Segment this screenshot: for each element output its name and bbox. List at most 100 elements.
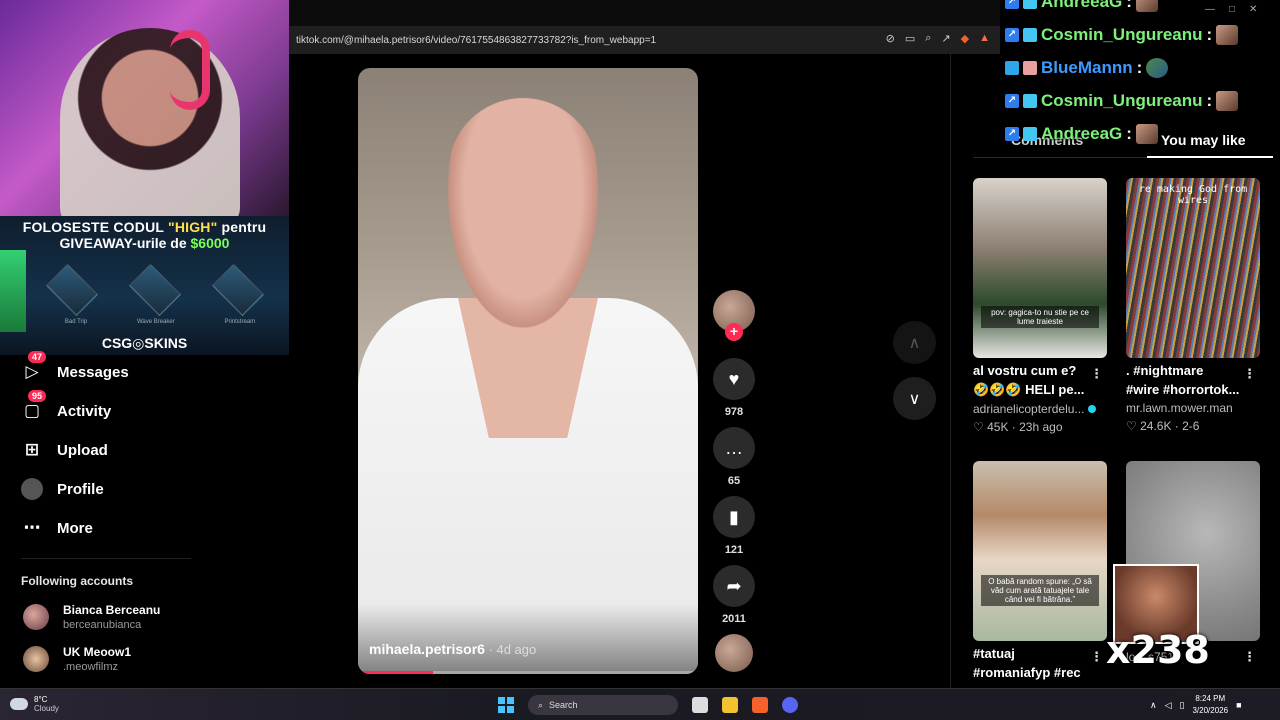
account-handle: .meowfilmz bbox=[63, 661, 119, 673]
account-name: UK Meoow1 bbox=[63, 645, 132, 659]
share-arrow-icon: ➦ bbox=[713, 565, 755, 607]
card-title: #tatuaj bbox=[973, 646, 1015, 661]
sidebar-item-profile[interactable]: Profile bbox=[21, 478, 104, 500]
emote-icon bbox=[1146, 58, 1169, 78]
chat-colon: : bbox=[1206, 91, 1213, 110]
sidebar-item-upload[interactable]: ⊞ Upload bbox=[21, 439, 108, 461]
next-video-button[interactable]: ∨ bbox=[893, 377, 936, 420]
card-author[interactable]: adrianelicopterdelu... bbox=[973, 402, 1107, 416]
save-count: 121 bbox=[724, 544, 744, 556]
card-likes: 24.6K bbox=[1140, 419, 1172, 433]
account-name: Bianca Berceanu bbox=[63, 603, 161, 617]
share-icon[interactable]: ↗ bbox=[941, 32, 950, 45]
video-author[interactable]: mihaela.petrisor6 · 4d ago bbox=[369, 641, 536, 657]
browser-tab-strip bbox=[289, 0, 1000, 26]
more-options-icon[interactable]: ⋮ bbox=[1243, 649, 1256, 665]
follow-plus-icon[interactable]: + bbox=[725, 323, 743, 341]
card-title-line2: 🤣🤣🤣 HELI pe... bbox=[973, 382, 1085, 397]
brave-shield-icon[interactable]: ◆ bbox=[961, 32, 969, 45]
search-label: Search bbox=[549, 700, 578, 710]
sound-button[interactable] bbox=[712, 634, 756, 672]
video-thumbnail[interactable]: pov: gagica-to nu stie pe ce lume traies… bbox=[973, 178, 1107, 358]
chat-message: ↗ Cosmin_Ungureanu: bbox=[1005, 91, 1239, 111]
plus-square-icon: ⊞ bbox=[24, 440, 40, 459]
smg-skin-image bbox=[128, 263, 182, 317]
card-author[interactable]: mr.lawn.mower.man bbox=[1126, 401, 1260, 415]
post-age: · 4d ago bbox=[484, 642, 537, 657]
speaker-icon[interactable]: ◁ bbox=[1165, 700, 1172, 711]
eye-off-icon[interactable]: ⊘ bbox=[886, 32, 895, 45]
like-button[interactable]: ♥ 978 bbox=[712, 358, 756, 418]
sidebar-item-activity[interactable]: ▢ 95 Activity bbox=[21, 390, 112, 422]
card-title-line2: #romaniafyp #rec bbox=[973, 665, 1081, 680]
more-options-icon[interactable]: ⋮ bbox=[1090, 649, 1103, 665]
bookmark-icon: ▮ bbox=[713, 496, 755, 538]
video-thumbnail[interactable]: re making God from wires bbox=[1126, 178, 1260, 358]
video-progress-bar[interactable] bbox=[358, 671, 698, 674]
system-tray: ∧ ◁ ▯ 8:24 PM 3/20/2026 ■ bbox=[1150, 693, 1242, 717]
more-options-icon[interactable]: ⋮ bbox=[1090, 366, 1103, 382]
ellipsis-icon: ⋯ bbox=[23, 518, 41, 537]
address-bar[interactable]: tiktok.com/@mihaela.petrisor6/video/7617… bbox=[289, 26, 1000, 54]
recommended-video-card[interactable]: O babă random spune: „O să văd cum arată… bbox=[973, 461, 1107, 680]
promo-banner: FOLOSESTE CODUL "HIGH" pentru GIVEAWAY-u… bbox=[0, 216, 289, 355]
video-subject-face bbox=[448, 98, 598, 328]
card-title: . #nightmare bbox=[1126, 363, 1204, 378]
discord-icon[interactable] bbox=[782, 697, 798, 713]
sidebar-item-label: Activity bbox=[57, 402, 112, 420]
tray-chevron-icon[interactable]: ∧ bbox=[1150, 700, 1157, 711]
taskbar-search[interactable]: ⌕ Search bbox=[528, 695, 678, 715]
progress-fill bbox=[358, 671, 433, 674]
emote-combo-counter: x238 bbox=[1106, 628, 1210, 672]
following-title: Following accounts bbox=[21, 574, 134, 588]
brave-browser-icon[interactable] bbox=[752, 697, 768, 713]
video-bottom-gradient bbox=[358, 604, 698, 674]
rifle-skin-image bbox=[45, 263, 98, 317]
previous-video-button[interactable]: ∧ bbox=[893, 321, 936, 364]
sidebar-item-more[interactable]: ⋯ More bbox=[21, 517, 93, 539]
recommended-video-card[interactable]: re making God from wires ⋮ . #nightmare … bbox=[1126, 178, 1260, 433]
windows-start-icon[interactable] bbox=[498, 697, 514, 713]
taskbar: 8°C Cloudy ⌕ Search ∧ ◁ ▯ 8:24 PM 3/20/2… bbox=[0, 688, 1280, 720]
video-thumbnail[interactable]: O babă random spune: „O să văd cum arată… bbox=[973, 461, 1107, 641]
following-account[interactable]: UK Meoow1 .meowfilmz bbox=[23, 645, 131, 673]
file-explorer-icon[interactable] bbox=[722, 697, 738, 713]
save-button[interactable]: ▮ 121 bbox=[712, 496, 756, 556]
following-account[interactable]: Bianca Berceanu berceanubianca bbox=[23, 603, 160, 631]
author-name[interactable]: mihaela.petrisor6 bbox=[369, 641, 485, 657]
cube-badge-icon bbox=[1005, 61, 1019, 75]
taskbar-apps: ⌕ Search bbox=[498, 695, 798, 715]
promo-side-art bbox=[0, 250, 26, 332]
messages-badge: 47 bbox=[28, 351, 47, 363]
chevron-down-icon: ∨ bbox=[908, 390, 921, 408]
chevron-up-icon: ∧ bbox=[908, 334, 921, 352]
card-likes: 45K bbox=[987, 420, 1009, 434]
zoom-icon[interactable]: ⌕ bbox=[925, 32, 931, 45]
card-title-line2: #wire #horrortok... bbox=[1126, 382, 1240, 397]
sidebar-item-messages[interactable]: ▷ 47 Messages bbox=[21, 351, 129, 383]
notification-icon[interactable]: ■ bbox=[1236, 700, 1241, 710]
emote-icon bbox=[1216, 91, 1239, 111]
cast-icon[interactable]: ▭ bbox=[905, 32, 915, 45]
task-view-icon[interactable] bbox=[692, 697, 708, 713]
promo-brand: CSG◎SKINS bbox=[101, 335, 188, 351]
browser-toolbar: ⊘ ▭ ⌕ ↗ ◆ ▲ bbox=[886, 32, 990, 45]
comment-button[interactable]: … 65 bbox=[712, 427, 756, 487]
share-button[interactable]: ➦ 2011 bbox=[712, 565, 756, 625]
creator-avatar-button[interactable]: + bbox=[712, 290, 756, 341]
cloud-icon bbox=[10, 698, 28, 710]
paper-plane-icon: ▷ 47 bbox=[21, 351, 47, 383]
url-text[interactable]: tiktok.com/@mihaela.petrisor6/video/7617… bbox=[296, 35, 656, 46]
weather-widget[interactable]: 8°C Cloudy bbox=[10, 695, 59, 713]
rewards-icon[interactable]: ▲ bbox=[979, 32, 990, 45]
sidebar-item-label: More bbox=[57, 519, 93, 537]
battery-icon[interactable]: ▯ bbox=[1180, 700, 1185, 711]
author-name: mr.lawn.mower.man bbox=[1126, 401, 1233, 415]
video-player[interactable]: mihaela.petrisor6 · 4d ago bbox=[358, 68, 698, 674]
recommended-video-card[interactable]: pov: gagica-to nu stie pe ce lume traies… bbox=[973, 178, 1107, 434]
more-options-icon[interactable]: ⋮ bbox=[1243, 366, 1256, 382]
thumbnail-caption: re making God from wires bbox=[1138, 184, 1248, 206]
verified-icon bbox=[1088, 405, 1097, 413]
clock[interactable]: 8:24 PM 3/20/2026 bbox=[1192, 693, 1228, 717]
avatar-icon bbox=[21, 478, 43, 500]
